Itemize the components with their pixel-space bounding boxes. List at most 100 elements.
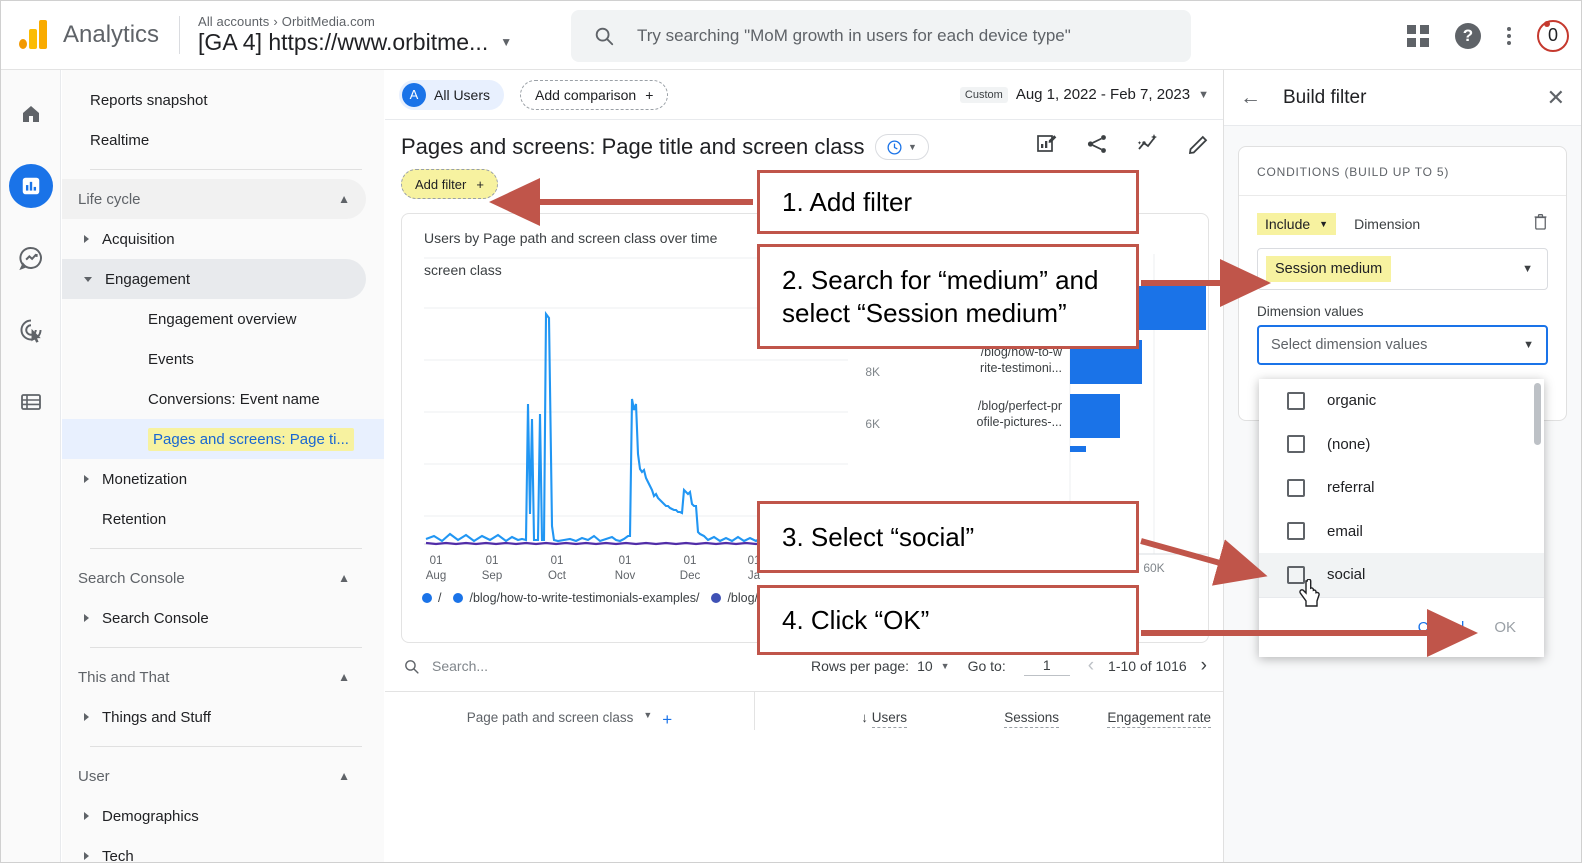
dimension-values-select[interactable]: Select dimension values ▼ bbox=[1257, 325, 1548, 365]
sidebar-item-events[interactable]: Events bbox=[62, 339, 366, 379]
checkbox[interactable] bbox=[1287, 522, 1305, 541]
chevron-up-icon: ▲ bbox=[338, 192, 350, 206]
svg-text:Dec: Dec bbox=[680, 570, 701, 582]
sidebar-item-label: Engagement bbox=[105, 270, 191, 288]
icon-rail bbox=[1, 70, 61, 862]
explore-icon[interactable] bbox=[9, 236, 53, 280]
checkbox[interactable] bbox=[1287, 435, 1305, 454]
sidebar-section-life-cycle[interactable]: Life cycle ▲ bbox=[62, 179, 366, 219]
add-comparison-button[interactable]: Add comparison + bbox=[520, 79, 669, 110]
sidebar-item-label: Reports snapshot bbox=[90, 91, 208, 109]
account-selector[interactable]: All accounts › OrbitMedia.com [GA 4] https… bbox=[198, 14, 513, 56]
goto-input[interactable]: 1 bbox=[1023, 657, 1070, 676]
sidebar-item-label: Tech bbox=[102, 847, 134, 863]
checkbox[interactable] bbox=[1287, 478, 1305, 497]
clock-icon bbox=[887, 139, 902, 155]
table-metric-sessions[interactable]: Sessions bbox=[907, 710, 1059, 730]
share-icon[interactable] bbox=[1085, 132, 1109, 156]
last-updated-chip[interactable]: ▼ bbox=[874, 134, 929, 160]
dropdown-option-email[interactable]: email bbox=[1259, 510, 1544, 554]
dropdown-option-none[interactable]: (none) bbox=[1259, 423, 1544, 467]
cancel-button[interactable]: Cancel bbox=[1418, 619, 1465, 636]
divider bbox=[90, 548, 362, 549]
advertising-icon[interactable] bbox=[9, 308, 53, 352]
goto-label: Go to: bbox=[967, 658, 1006, 674]
sidebar-item-demographics[interactable]: Demographics bbox=[62, 796, 366, 836]
notifications-badge[interactable]: 0 bbox=[1537, 19, 1569, 52]
sidebar-item-things-and-stuff[interactable]: Things and Stuff bbox=[62, 697, 366, 737]
svg-text:01: 01 bbox=[619, 555, 632, 567]
table-search-placeholder: Search... bbox=[432, 658, 489, 674]
annotation-callout-3: 3. Select “social” bbox=[757, 501, 1139, 573]
chevron-down-icon: ▼ bbox=[1319, 219, 1329, 229]
add-filter-button[interactable]: Add filter + bbox=[401, 169, 498, 199]
dropdown-option-organic[interactable]: organic bbox=[1259, 379, 1544, 423]
audience-chip-all-users[interactable]: A All Users bbox=[399, 79, 505, 110]
svg-text:rite-testimoni...: rite-testimoni... bbox=[980, 361, 1062, 375]
legend-label: /blog/how-to-write-testimonials-examples… bbox=[469, 591, 700, 605]
sidebar-item-engagement-overview[interactable]: Engagement overview bbox=[62, 299, 366, 339]
edit-comparison-icon[interactable] bbox=[1035, 132, 1059, 156]
sidebar-item-engagement[interactable]: Engagement bbox=[62, 259, 366, 299]
chevron-down-icon: ▼ bbox=[643, 710, 653, 720]
library-icon[interactable] bbox=[9, 380, 53, 424]
rows-per-page-label: Rows per page: bbox=[811, 658, 910, 674]
include-exclude-select[interactable]: Include ▼ bbox=[1257, 213, 1337, 235]
dimension-value-label: Session medium bbox=[1266, 256, 1392, 282]
rows-per-page-selector[interactable]: Rows per page: 10 ▼ bbox=[811, 658, 950, 674]
checkbox[interactable] bbox=[1287, 391, 1305, 410]
edit-pencil-icon[interactable] bbox=[1187, 132, 1211, 156]
sidebar-section-this-and-that[interactable]: This and That ▲ bbox=[62, 657, 366, 697]
chevron-down-icon: ▼ bbox=[908, 142, 917, 152]
home-icon[interactable] bbox=[9, 92, 53, 136]
insights-icon[interactable] bbox=[1135, 132, 1161, 156]
sidebar-item-realtime[interactable]: Realtime bbox=[62, 120, 366, 160]
chevron-down-icon: ▼ bbox=[500, 35, 513, 50]
sidebar-item-monetization[interactable]: Monetization bbox=[62, 459, 366, 499]
delete-condition-icon[interactable] bbox=[1531, 212, 1550, 236]
property-name[interactable]: [GA 4] https://www.orbitme... ▼ bbox=[198, 29, 513, 55]
table-metric-engagement-rate[interactable]: Engagement rate bbox=[1059, 710, 1211, 730]
more-options-icon[interactable] bbox=[1507, 26, 1511, 45]
table-metric-users[interactable]: ↓ Users bbox=[755, 710, 907, 730]
dimension-values-label: Dimension values bbox=[1257, 304, 1364, 319]
sidebar-item-acquisition[interactable]: Acquisition bbox=[62, 219, 366, 259]
help-icon[interactable]: ? bbox=[1455, 22, 1481, 49]
pagination-next-button[interactable]: › bbox=[1201, 655, 1207, 677]
table-header: Page path and screen class ▼ + ↓ Users S… bbox=[385, 691, 1225, 730]
svg-text:60K: 60K bbox=[1143, 561, 1164, 575]
mouse-cursor-icon bbox=[1299, 579, 1320, 607]
global-search[interactable]: Try searching "MoM growth in users for e… bbox=[571, 10, 1191, 62]
sidebar-section-search-console[interactable]: Search Console ▲ bbox=[62, 558, 366, 598]
annotation-callout-1: 1. Add filter bbox=[757, 170, 1139, 234]
sidebar-item-label: Monetization bbox=[102, 470, 188, 488]
sidebar-item-search-console[interactable]: Search Console bbox=[62, 598, 366, 638]
pagination-prev-button[interactable]: ‹ bbox=[1088, 655, 1094, 677]
dimension-select[interactable]: Session medium ▼ bbox=[1257, 248, 1548, 290]
svg-text:01: 01 bbox=[486, 555, 499, 567]
ok-button[interactable]: OK bbox=[1494, 619, 1516, 636]
sidebar-item-reports-snapshot[interactable]: Reports snapshot bbox=[62, 80, 366, 120]
table-dimension-header[interactable]: Page path and screen class ▼ + bbox=[385, 692, 755, 730]
back-arrow-icon[interactable]: ← bbox=[1240, 86, 1261, 110]
apps-grid-icon[interactable] bbox=[1407, 24, 1429, 47]
legend-item[interactable]: / bbox=[422, 591, 441, 605]
sidebar-item-pages-and-screens[interactable]: Pages and screens: Page ti... bbox=[62, 419, 384, 459]
dropdown-scrollbar[interactable] bbox=[1534, 383, 1541, 445]
sidebar-item-conversions[interactable]: Conversions: Event name bbox=[62, 379, 366, 419]
legend-item[interactable]: /blog/how-to-write-testimonials-examples… bbox=[453, 591, 699, 605]
table-search[interactable]: Search... bbox=[403, 658, 488, 675]
chevron-down-icon: ▼ bbox=[1522, 263, 1533, 275]
add-dimension-icon[interactable]: + bbox=[662, 710, 672, 730]
dropdown-option-label: (none) bbox=[1327, 435, 1371, 453]
sidebar-section-user[interactable]: User ▲ bbox=[62, 756, 366, 796]
date-range-selector[interactable]: Custom Aug 1, 2022 - Feb 7, 2023 ▼ bbox=[959, 86, 1209, 103]
svg-text:01: 01 bbox=[551, 555, 564, 567]
sidebar-item-tech[interactable]: Tech bbox=[62, 836, 366, 863]
sidebar-item-label: Engagement overview bbox=[148, 310, 297, 328]
dropdown-option-referral[interactable]: referral bbox=[1259, 466, 1544, 510]
sidebar-item-retention[interactable]: Retention bbox=[62, 499, 366, 539]
reports-icon[interactable] bbox=[8, 164, 53, 208]
sidebar-section-label: Search Console bbox=[78, 569, 185, 587]
close-icon[interactable]: ✕ bbox=[1547, 85, 1565, 111]
